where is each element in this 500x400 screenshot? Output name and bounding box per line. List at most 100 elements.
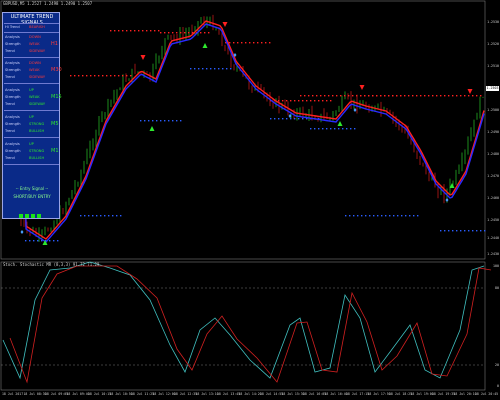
trend-dot — [468, 230, 470, 232]
trend-dot — [310, 128, 312, 130]
trend-dot — [148, 120, 150, 122]
trend-dot — [326, 100, 328, 102]
trend-dot — [365, 215, 367, 217]
trend-dot — [314, 100, 316, 102]
time-label: 18 Jul 20:45 — [475, 392, 499, 396]
time-label: 18 Jul 18:25 — [389, 392, 413, 396]
trend-dot — [460, 95, 462, 97]
trend-dot — [381, 215, 383, 217]
price-label: 1.2450 — [487, 218, 499, 222]
trend-dot — [344, 95, 346, 97]
trend-dot — [134, 30, 136, 32]
price-label: 1.2520 — [487, 42, 499, 46]
trend-dot — [368, 95, 370, 97]
trend-dot — [460, 230, 462, 232]
chart-canvas[interactable] — [0, 0, 500, 400]
trend-dot — [168, 120, 170, 122]
trend-dot — [156, 120, 158, 122]
trend-dot — [172, 120, 174, 122]
trend-dot — [53, 240, 55, 242]
trend-dot — [380, 95, 382, 97]
m1-analysis-label: Analysis — [5, 142, 20, 146]
trend-dot — [130, 30, 132, 32]
trend-dot — [138, 30, 140, 32]
trend-dot — [106, 75, 108, 77]
stoch-label: 0 — [497, 384, 499, 388]
trend-dot — [140, 120, 142, 122]
m1-strength-value: STRONG — [29, 149, 45, 153]
trend-dot — [100, 215, 102, 217]
trend-dot — [144, 120, 146, 122]
trend-dot — [456, 95, 458, 97]
trend-dot — [404, 95, 406, 97]
trend-dot — [160, 120, 162, 122]
m30-timeframe: M30 — [51, 67, 62, 73]
trend-dot — [334, 128, 336, 130]
trend-dot — [126, 75, 128, 77]
trend-dot — [257, 42, 259, 44]
trend-dot — [194, 68, 196, 70]
trend-dot — [405, 215, 407, 217]
m30-strength-value: WEAK — [29, 68, 40, 72]
trend-dot — [452, 230, 454, 232]
h1-strength-label: Strength — [5, 42, 21, 46]
trend-dot — [400, 95, 402, 97]
trend-dot — [318, 100, 320, 102]
trend-dot — [94, 75, 96, 77]
h1-analysis-value: DOWN — [29, 35, 41, 39]
stoch-label: 20 — [495, 363, 499, 367]
trend-dot — [200, 32, 202, 34]
price-label: 1.2440 — [487, 236, 499, 240]
trend-dot — [452, 95, 454, 97]
trend-dot — [448, 95, 450, 97]
trend-dot — [168, 32, 170, 34]
oscillator-title: Stoch. Stochastic MR (8,3,3) 91.72 71.29 — [3, 262, 100, 267]
trend-dot — [78, 75, 80, 77]
panel-divider — [4, 32, 59, 33]
trend-dot — [278, 118, 280, 120]
m15-trend-value: SIDEWAY — [29, 102, 46, 106]
m1-timeframe: M1 — [51, 148, 59, 154]
trend-dot — [253, 42, 255, 44]
trend-dot — [294, 118, 296, 120]
trend-dot — [308, 95, 310, 97]
m30-trend-label: Trend — [5, 75, 15, 79]
hi-trend-value: BEARISH — [29, 25, 45, 29]
m5-trend-value: BULLISH — [29, 129, 45, 133]
m15-trend-label: Trend — [5, 102, 15, 106]
m15-timeframe: M15 — [51, 94, 62, 100]
entry-signal-boxes — [19, 203, 43, 222]
trend-dot — [408, 95, 410, 97]
m5-strength-label: Strength — [5, 122, 21, 126]
trend-dot — [237, 42, 239, 44]
trend-dot — [164, 120, 166, 122]
m5-analysis-value: UP — [29, 115, 34, 119]
time-label: 18 Jul 14:55 — [260, 392, 284, 396]
m15-strength-label: Strength — [5, 95, 21, 99]
trend-dot — [122, 30, 124, 32]
trend-dot — [326, 128, 328, 130]
time-label: 18 Jul 13:10 — [195, 392, 219, 396]
trend-dot — [126, 30, 128, 32]
trend-dot — [302, 100, 304, 102]
trend-dot — [86, 75, 88, 77]
trend-dot — [480, 95, 482, 97]
stoch-label: 100 — [493, 264, 499, 268]
trend-dot — [116, 215, 118, 217]
trend-dot — [348, 95, 350, 97]
trend-dot — [82, 75, 84, 77]
trend-dot — [152, 120, 154, 122]
trend-dot — [314, 128, 316, 130]
trend-dot — [180, 32, 182, 34]
trend-dot — [354, 128, 356, 130]
trend-dot — [336, 95, 338, 97]
symbol-header: GBPUSD,M5 1.2527 1.2498 1.2490 1.2507 — [3, 1, 93, 6]
trend-dot — [102, 75, 104, 77]
trend-dot — [420, 95, 422, 97]
trend-dot — [37, 240, 39, 242]
trend-dot — [290, 118, 292, 120]
h1-analysis-label: Analysis — [5, 35, 20, 39]
trend-dot — [176, 120, 178, 122]
price-label: 1.2500 — [487, 108, 499, 112]
trend-dot — [154, 30, 156, 32]
